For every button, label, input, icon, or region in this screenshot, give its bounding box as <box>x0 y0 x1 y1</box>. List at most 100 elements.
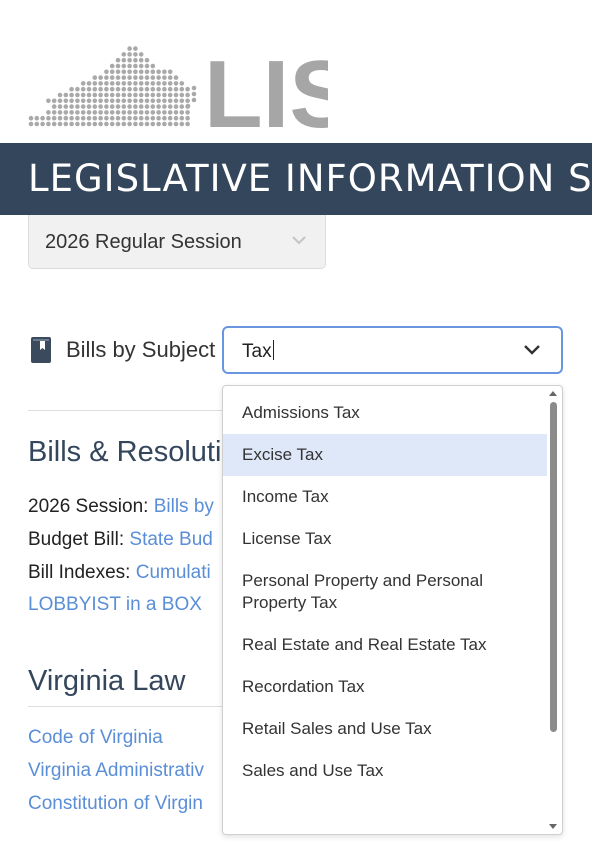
indexes-label: Bill Indexes: <box>28 562 131 583</box>
subject-search-input[interactable]: Tax <box>222 326 563 374</box>
map-dot <box>167 98 173 104</box>
map-dot <box>69 86 74 92</box>
map-dot <box>98 98 103 104</box>
map-dot <box>144 104 150 109</box>
subject-dropdown-list[interactable]: Admissions Tax Excise Tax Income Tax Licens… <box>222 385 563 835</box>
map-dot <box>167 86 173 92</box>
map-dot <box>92 104 98 109</box>
scroll-down-arrow-icon[interactable] <box>548 823 558 831</box>
map-dot <box>109 86 115 92</box>
map-dot <box>179 92 185 98</box>
map-dot <box>104 69 109 75</box>
dropdown-option[interactable]: Admissions Tax <box>223 392 547 434</box>
map-dot <box>98 81 103 86</box>
dropdown-option[interactable]: Recordation Tax <box>223 666 547 708</box>
map-dot <box>34 115 40 121</box>
budget-label: Budget Bill: <box>28 529 125 550</box>
map-dot <box>121 115 127 121</box>
dropdown-option[interactable]: Real Estate and Real Estate Tax <box>223 624 547 666</box>
dropdown-option[interactable]: Sales and Use Tax <box>223 750 547 792</box>
constitution-link[interactable]: Constitution of Virgin <box>28 793 203 815</box>
map-dot <box>109 69 115 75</box>
map-dot <box>144 121 150 127</box>
map-dot <box>98 86 103 92</box>
map-dot <box>162 110 167 115</box>
map-dot <box>162 121 167 127</box>
scrollbar-thumb[interactable] <box>550 402 557 732</box>
scroll-up-arrow-icon[interactable] <box>548 389 558 397</box>
map-dot <box>51 104 57 109</box>
map-dot <box>167 75 173 80</box>
map-dot <box>46 110 51 115</box>
map-dot <box>167 92 173 98</box>
map-dot <box>57 92 63 98</box>
map-dot <box>162 104 167 109</box>
bills-resolutions-heading: Bills & Resoluti <box>28 436 222 468</box>
map-dot <box>144 92 150 98</box>
map-dot <box>109 121 115 127</box>
lobbyist-link[interactable]: LOBBYIST in a BOX <box>28 594 202 616</box>
code-of-virginia-link[interactable]: Code of Virginia <box>28 727 163 749</box>
map-dot <box>104 98 109 104</box>
chevron-down-icon[interactable] <box>523 344 541 355</box>
map-dot <box>133 98 138 104</box>
dropdown-option[interactable]: Income Tax <box>223 476 547 518</box>
map-dot <box>109 63 115 69</box>
map-dot <box>57 98 63 104</box>
virginia-map-dots <box>28 46 197 127</box>
map-dot <box>121 52 127 57</box>
map-dot <box>69 110 74 115</box>
map-dot <box>115 81 121 86</box>
map-dot <box>173 115 179 121</box>
map-dot <box>69 115 74 121</box>
map-dot <box>109 104 115 109</box>
map-dot <box>167 121 173 127</box>
map-dot <box>127 63 132 69</box>
map-dot <box>156 81 161 86</box>
map-dot <box>104 81 109 86</box>
map-dot <box>46 115 51 121</box>
map-dot <box>104 115 109 121</box>
map-dot <box>156 98 161 104</box>
map-dot <box>150 104 156 109</box>
session-bills-link[interactable]: Bills by <box>154 496 214 517</box>
map-dot <box>133 63 138 69</box>
map-dot <box>115 98 121 104</box>
map-dot <box>173 98 179 104</box>
map-dot <box>121 63 127 69</box>
map-dot <box>127 110 132 115</box>
map-dot <box>173 104 179 109</box>
map-dot <box>51 121 57 127</box>
map-dot <box>57 121 63 127</box>
map-dot <box>133 115 138 121</box>
map-dot <box>167 69 173 75</box>
map-dot <box>86 121 92 127</box>
dropdown-option[interactable]: Excise Tax <box>223 434 547 476</box>
dropdown-option[interactable]: Personal Property and Personal Property … <box>223 560 547 624</box>
map-dot <box>121 104 127 109</box>
map-dot <box>185 86 190 92</box>
map-dot <box>150 69 156 75</box>
dropdown-option[interactable]: Retail Sales and Use Tax <box>223 708 547 750</box>
map-dot <box>51 110 57 115</box>
map-dot <box>191 97 197 103</box>
session-select[interactable]: 2026 Regular Session <box>28 215 326 269</box>
map-dot <box>179 98 185 104</box>
map-dot <box>69 92 74 98</box>
lis-logo[interactable]: LIS <box>28 44 328 130</box>
state-budget-link[interactable]: State Bud <box>129 529 212 550</box>
subject-input-value: Tax <box>242 341 272 362</box>
map-dot <box>109 81 115 86</box>
map-dot <box>127 121 132 127</box>
virginia-administrative-code-link[interactable]: Virginia Administrativ <box>28 760 204 782</box>
map-dot <box>98 115 103 121</box>
map-dot <box>167 81 173 86</box>
map-dot <box>121 69 127 75</box>
cumulative-index-link[interactable]: Cumulati <box>136 562 211 583</box>
map-dot <box>162 86 167 92</box>
map-dot <box>191 91 197 97</box>
dropdown-option[interactable]: License Tax <box>223 518 547 560</box>
map-dot <box>115 86 121 92</box>
map-dot <box>80 92 86 98</box>
text-caret <box>272 340 274 360</box>
